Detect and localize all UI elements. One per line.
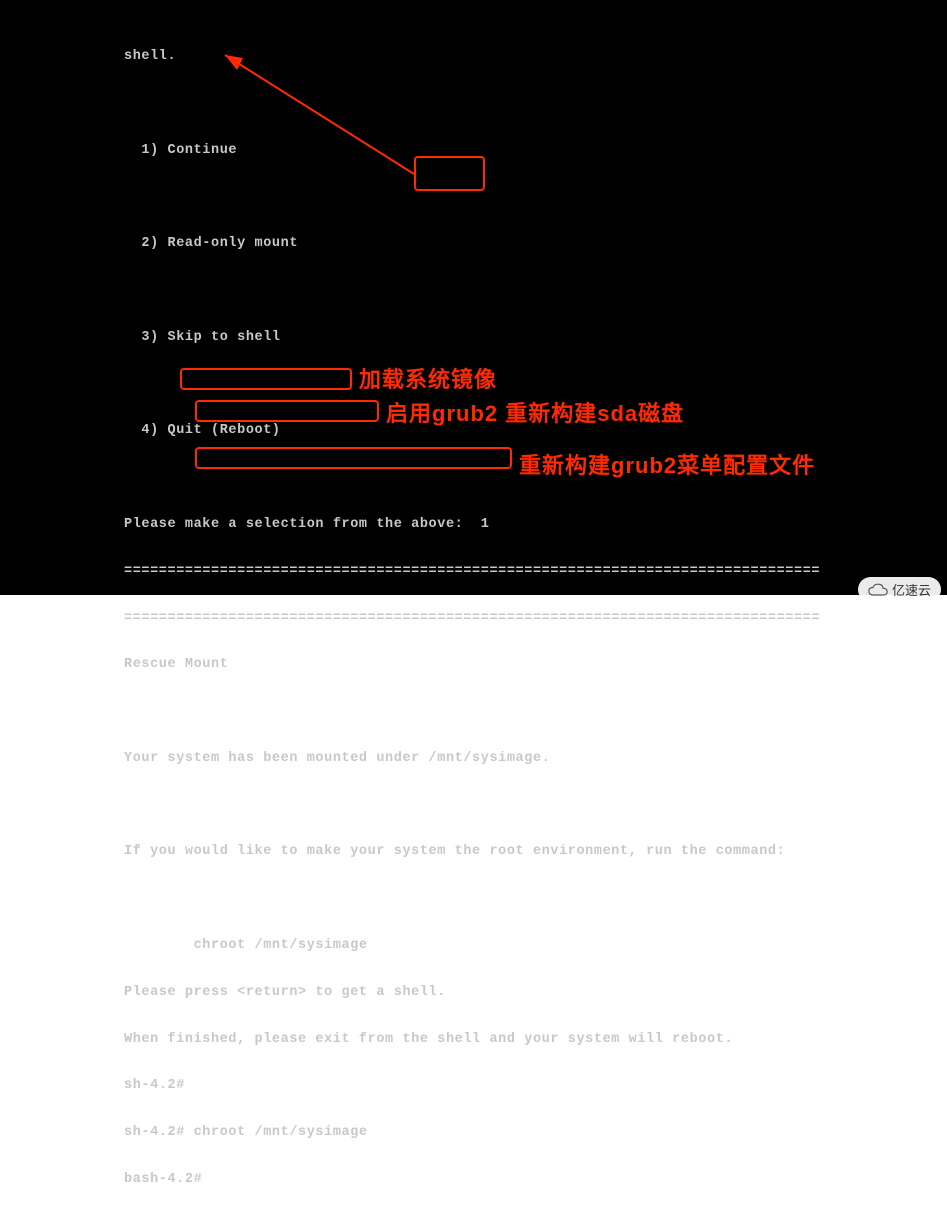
terminal-line [124,704,947,720]
terminal-line: shell. [124,49,947,65]
terminal-line: sh-4.2# chroot /mnt/sysimage [124,1125,947,1141]
terminal-line: If you would like to make your system th… [124,844,947,860]
terminal-line: Your system has been mounted under /mnt/… [124,751,947,767]
terminal-window: shell. 1) Continue 2) Read-only mount 3)… [0,0,947,595]
terminal-line [124,798,947,814]
terminal-line: Please make a selection from the above: … [124,517,947,533]
terminal-line: 3) Skip to shell [124,330,947,346]
terminal-line [124,190,947,206]
watermark-badge: 亿速云 [858,577,941,602]
terminal-line: When finished, please exit from the shel… [124,1032,947,1048]
terminal-line: Rescue Mount [124,657,947,673]
terminal-line: Please press <return> to get a shell. [124,985,947,1001]
watermark-text: 亿速云 [892,580,931,599]
terminal-line: ========================================… [124,564,947,580]
terminal-line: bash-4.2# [124,1172,947,1188]
terminal-line: 2) Read-only mount [124,236,947,252]
terminal-line: 1) Continue [124,143,947,159]
terminal-line [124,283,947,299]
cloud-icon [868,583,888,597]
terminal-line [124,96,947,112]
terminal-line: 4) Quit (Reboot) [124,423,947,439]
terminal-line [124,891,947,907]
terminal-line: sh-4.2# [124,1078,947,1094]
terminal-line: chroot /mnt/sysimage [124,938,947,954]
terminal-line: ========================================… [124,611,947,627]
terminal-line [124,377,947,393]
terminal-line [124,470,947,486]
